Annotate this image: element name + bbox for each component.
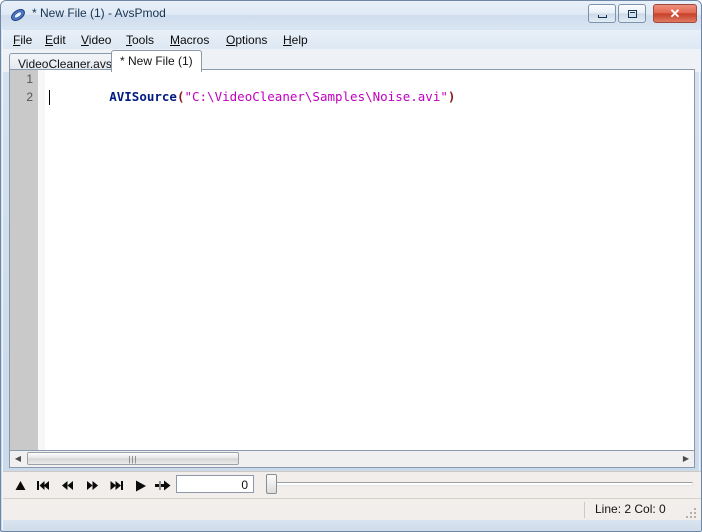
triangle-up-icon: [15, 481, 25, 490]
line-number-gutter: 1 2: [10, 70, 38, 450]
fast-forward-icon: [86, 481, 98, 490]
menu-item-edit[interactable]: Edit: [41, 32, 70, 48]
window-bottom-border: [3, 520, 701, 531]
editor-margin: [38, 70, 45, 450]
tab-new-file-1[interactable]: * New File (1): [111, 50, 202, 72]
menu-item-file[interactable]: File: [9, 32, 36, 48]
script-editor[interactable]: 1 2 AVISource("C:\VideoCleaner\Samples\N…: [9, 69, 695, 451]
avspmod-logo-icon: [11, 9, 25, 21]
close-icon: ✕: [669, 6, 681, 21]
menu-item-macros[interactable]: Macros: [166, 32, 213, 48]
menu-item-tools[interactable]: Tools: [122, 32, 158, 48]
tab-label: * New File (1): [120, 54, 193, 68]
refresh-preview-button[interactable]: [11, 476, 29, 495]
horizontal-scrollbar-thumb[interactable]: |||: [27, 452, 239, 465]
menu-item-video[interactable]: Video: [77, 32, 115, 48]
application-window: * New File (1) - AvsPmod ✕ File Edit Vid…: [0, 0, 702, 532]
maximize-icon: [619, 5, 645, 22]
menu-item-help[interactable]: Help: [279, 32, 312, 48]
scrollbar-grip-icon: |||: [128, 455, 138, 464]
play-icon: [136, 480, 146, 491]
maximize-button[interactable]: [618, 4, 646, 23]
window-title: * New File (1) - AvsPmod: [32, 6, 166, 20]
minimize-icon: [589, 5, 615, 22]
rewind-icon: [61, 481, 73, 490]
resize-grip-icon[interactable]: [685, 507, 697, 519]
status-separator: [584, 502, 585, 518]
skip-to-start-icon: [36, 481, 49, 490]
text-caret: [49, 90, 50, 105]
play-button[interactable]: [132, 476, 150, 495]
menu-item-options[interactable]: Options: [222, 32, 271, 48]
frame-slider-thumb[interactable]: [266, 474, 277, 494]
arrow-right-icon: [155, 480, 171, 491]
step-forward-button[interactable]: [83, 476, 101, 495]
title-bar[interactable]: * New File (1) - AvsPmod ✕: [1, 1, 701, 29]
cursor-position-status: Line: 2 Col: 0: [595, 502, 666, 516]
scroll-right-arrow-icon[interactable]: ▶: [678, 451, 694, 466]
menu-bar: File Edit Video Tools Macros Options Hel…: [3, 30, 701, 50]
skip-to-end-icon: [110, 481, 123, 490]
scroll-left-arrow-icon[interactable]: ◀: [10, 451, 26, 466]
skip-to-end-button[interactable]: [107, 476, 125, 495]
line-number: 2: [26, 90, 33, 104]
frame-slider-track[interactable]: [269, 482, 693, 486]
skip-to-start-button[interactable]: [34, 476, 52, 495]
status-bar: Line: 2 Col: 0: [3, 498, 701, 521]
line-number: 1: [26, 72, 33, 86]
goto-frame-button[interactable]: [154, 476, 172, 495]
frame-number-input[interactable]: 0: [176, 475, 254, 493]
code-line-1: AVISource("C:\VideoCleaner\Samples\Noise…: [45, 70, 694, 104]
step-back-button[interactable]: [58, 476, 76, 495]
close-button[interactable]: ✕: [653, 4, 697, 23]
editor-horizontal-scrollbar[interactable]: ◀ ||| ▶: [9, 451, 695, 468]
minimize-button[interactable]: [588, 4, 616, 23]
code-area[interactable]: AVISource("C:\VideoCleaner\Samples\Noise…: [45, 70, 694, 450]
